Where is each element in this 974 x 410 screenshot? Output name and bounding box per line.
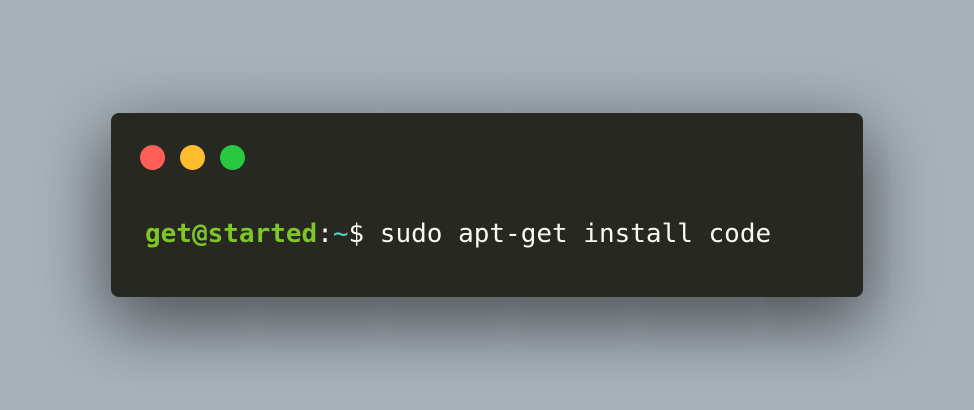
prompt-user-host: get@started xyxy=(145,219,318,249)
prompt-separator: : xyxy=(317,219,333,249)
window-controls xyxy=(140,145,245,170)
command-text: sudo apt-get install code xyxy=(364,219,772,249)
close-button[interactable] xyxy=(140,145,165,170)
prompt-path: ~ xyxy=(332,219,349,249)
maximize-button[interactable] xyxy=(220,145,245,170)
minimize-button[interactable] xyxy=(180,145,205,170)
prompt-symbol: $ xyxy=(348,219,365,249)
terminal-window: get@started:~$ sudo apt-get install code xyxy=(111,113,863,297)
command-line[interactable]: get@started:~$ sudo apt-get install code xyxy=(145,219,771,249)
